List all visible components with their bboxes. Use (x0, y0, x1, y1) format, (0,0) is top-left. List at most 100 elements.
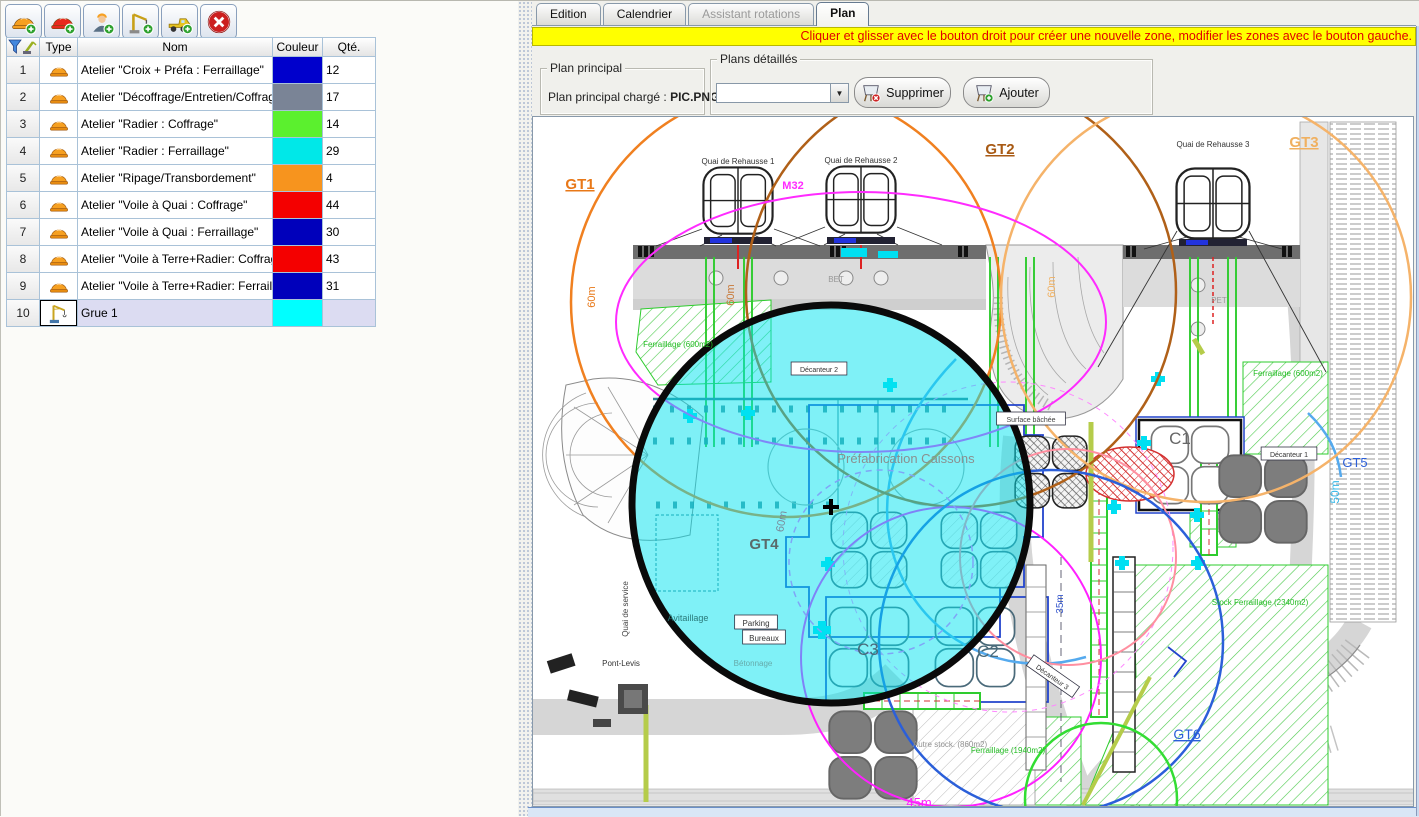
ajouter-button[interactable]: Ajouter (963, 77, 1050, 108)
plan-label: 60m (586, 286, 598, 307)
svg-text:BET: BET (828, 275, 844, 284)
table-row[interactable]: 1 Atelier "Croix + Préfa : Ferraillage"1… (6, 57, 376, 84)
plan-label: Décanteur 2 (791, 362, 847, 375)
detailed-plan-select-value (717, 84, 830, 102)
crane-icon (48, 302, 70, 324)
svg-text:Pont-Levis: Pont-Levis (602, 659, 640, 668)
plan-label: GT1 (565, 176, 594, 193)
hardhat-icon (11, 9, 37, 35)
atelier-name: Atelier "Radier : Ferraillage" (78, 138, 273, 165)
svg-text:60m: 60m (586, 286, 598, 307)
delete-button[interactable] (200, 4, 237, 39)
svg-text:M32: M32 (782, 180, 803, 192)
atelier-name: Atelier "Voile à Quai : Ferraillage" (78, 219, 273, 246)
row-number: 9 (6, 273, 40, 300)
hardhat-icon (49, 61, 69, 79)
plan-label: GT4 (749, 536, 779, 553)
svg-text:Ferraillage (600m2): Ferraillage (600m2) (643, 340, 713, 349)
svg-text:Stock Ferraillage (2340m2): Stock Ferraillage (2340m2) (1212, 598, 1309, 607)
table-row[interactable]: 5 Atelier "Ripage/Transbordement"4 (6, 165, 376, 192)
plan-label: PET (1211, 296, 1227, 305)
color-swatch (273, 192, 323, 219)
chevron-down-icon[interactable]: ▼ (830, 84, 848, 102)
svg-text:Préfabrication Caissons: Préfabrication Caissons (837, 451, 975, 466)
color-swatch (273, 219, 323, 246)
table-row[interactable]: 7 Atelier "Voile à Quai : Ferraillage"30 (6, 219, 376, 246)
column-header[interactable] (6, 37, 40, 57)
color-swatch (273, 111, 323, 138)
svg-text:Surface bâchée: Surface bâchée (1006, 417, 1055, 424)
type-icon-cell (40, 219, 78, 246)
color-swatch (273, 300, 323, 327)
tab-bar: EditionCalendrierAssistant rotationsPlan (536, 3, 869, 26)
svg-text:GT6: GT6 (1173, 726, 1200, 742)
worker-icon (89, 9, 115, 35)
detailed-plan-select[interactable]: ▼ (716, 83, 849, 103)
svg-text:Quai de Rehausse 2: Quai de Rehausse 2 (825, 156, 898, 165)
row-number: 8 (6, 246, 40, 273)
type-icon-cell (40, 246, 78, 273)
plan-label: Décanteur 1 (1261, 447, 1317, 460)
hardhat-icon (49, 169, 69, 187)
add-crane-button[interactable] (122, 4, 159, 39)
add-atelier-alt-button[interactable] (44, 4, 81, 39)
hardhat-icon (49, 115, 69, 133)
type-icon-cell (40, 165, 78, 192)
add-worker-button[interactable] (83, 4, 120, 39)
plan-label: Parking (735, 615, 778, 629)
supprimer-button[interactable]: Supprimer (854, 77, 951, 108)
plan-label: GT5 (1342, 455, 1367, 470)
svg-text:C1: C1 (1169, 429, 1191, 448)
svg-text:GT2: GT2 (985, 141, 1014, 158)
color-swatch (273, 84, 323, 111)
plan-label: M32 (782, 180, 803, 192)
table-row[interactable]: 10 Grue 1 (6, 300, 376, 327)
atelier-name: Atelier "Voile à Terre+Radier: Coffrag (78, 246, 273, 273)
tab-plan[interactable]: Plan (816, 2, 869, 26)
svg-text:Quai de Rehausse 1: Quai de Rehausse 1 (702, 157, 775, 166)
plan-label: Pont-Levis (602, 659, 640, 668)
column-header[interactable]: Type (40, 37, 78, 57)
table-row[interactable]: 9 Atelier "Voile à Terre+Radier: Ferrail… (6, 273, 376, 300)
plan-label: 35m (1055, 594, 1066, 613)
table-row[interactable]: 8 Atelier "Voile à Terre+Radier: Coffrag… (6, 246, 376, 273)
quantity: 4 (323, 165, 376, 192)
table-row[interactable]: 2 Atelier "Décoffrage/Entretien/Coffrag 1… (6, 84, 376, 111)
tab-divider (532, 25, 1416, 26)
svg-text:PET: PET (1211, 296, 1227, 305)
table-header-row: TypeNomCouleurQté. (6, 37, 376, 57)
column-header[interactable]: Qté. (323, 37, 376, 57)
color-swatch (273, 165, 323, 192)
add-vehicle-button[interactable] (161, 4, 198, 39)
plan-label: 60m (725, 284, 737, 305)
atelier-name: Atelier "Décoffrage/Entretien/Coffrag (78, 84, 273, 111)
quantity: 14 (323, 111, 376, 138)
row-number: 3 (6, 111, 40, 138)
plan-label: Quai de Rehausse 3 (1177, 140, 1250, 149)
quantity: 17 (323, 84, 376, 111)
column-header[interactable]: Couleur (273, 37, 323, 57)
easel-delete-icon (861, 83, 881, 103)
filter-icon (8, 39, 38, 55)
svg-text:GT5: GT5 (1342, 455, 1367, 470)
atelier-name: Atelier "Voile à Quai : Coffrage" (78, 192, 273, 219)
table-row[interactable]: 6 Atelier "Voile à Quai : Coffrage"44 (6, 192, 376, 219)
type-icon-cell (40, 273, 78, 300)
table-row[interactable]: 4 Atelier "Radier : Ferraillage"29 (6, 138, 376, 165)
atelier-name: Atelier "Croix + Préfa : Ferraillage" (78, 57, 273, 84)
svg-text:GT1: GT1 (565, 176, 594, 193)
tab-calendrier[interactable]: Calendrier (603, 3, 686, 25)
tab-edition[interactable]: Edition (536, 3, 601, 25)
svg-text:Bétonnage: Bétonnage (734, 659, 773, 668)
table-row[interactable]: 3 Atelier "Radier : Coffrage"14 (6, 111, 376, 138)
plans-detailles-groupbox: Plans détaillés ▼ Supprimer (710, 59, 1153, 115)
column-header[interactable]: Nom (78, 37, 273, 57)
row-number: 2 (6, 84, 40, 111)
plan-principal-groupbox: Plan principal Plan principal chargé : P… (540, 68, 705, 115)
svg-text:Décanteur 2: Décanteur 2 (800, 367, 838, 374)
row-number: 4 (6, 138, 40, 165)
svg-text:C2: C2 (977, 642, 999, 661)
add-atelier-button[interactable] (5, 4, 42, 39)
plan-label: BET (828, 275, 844, 284)
site-plan-canvas[interactable]: GT160mGT260mGT360mM32GT460mGT6GT550m45m3… (532, 116, 1414, 807)
